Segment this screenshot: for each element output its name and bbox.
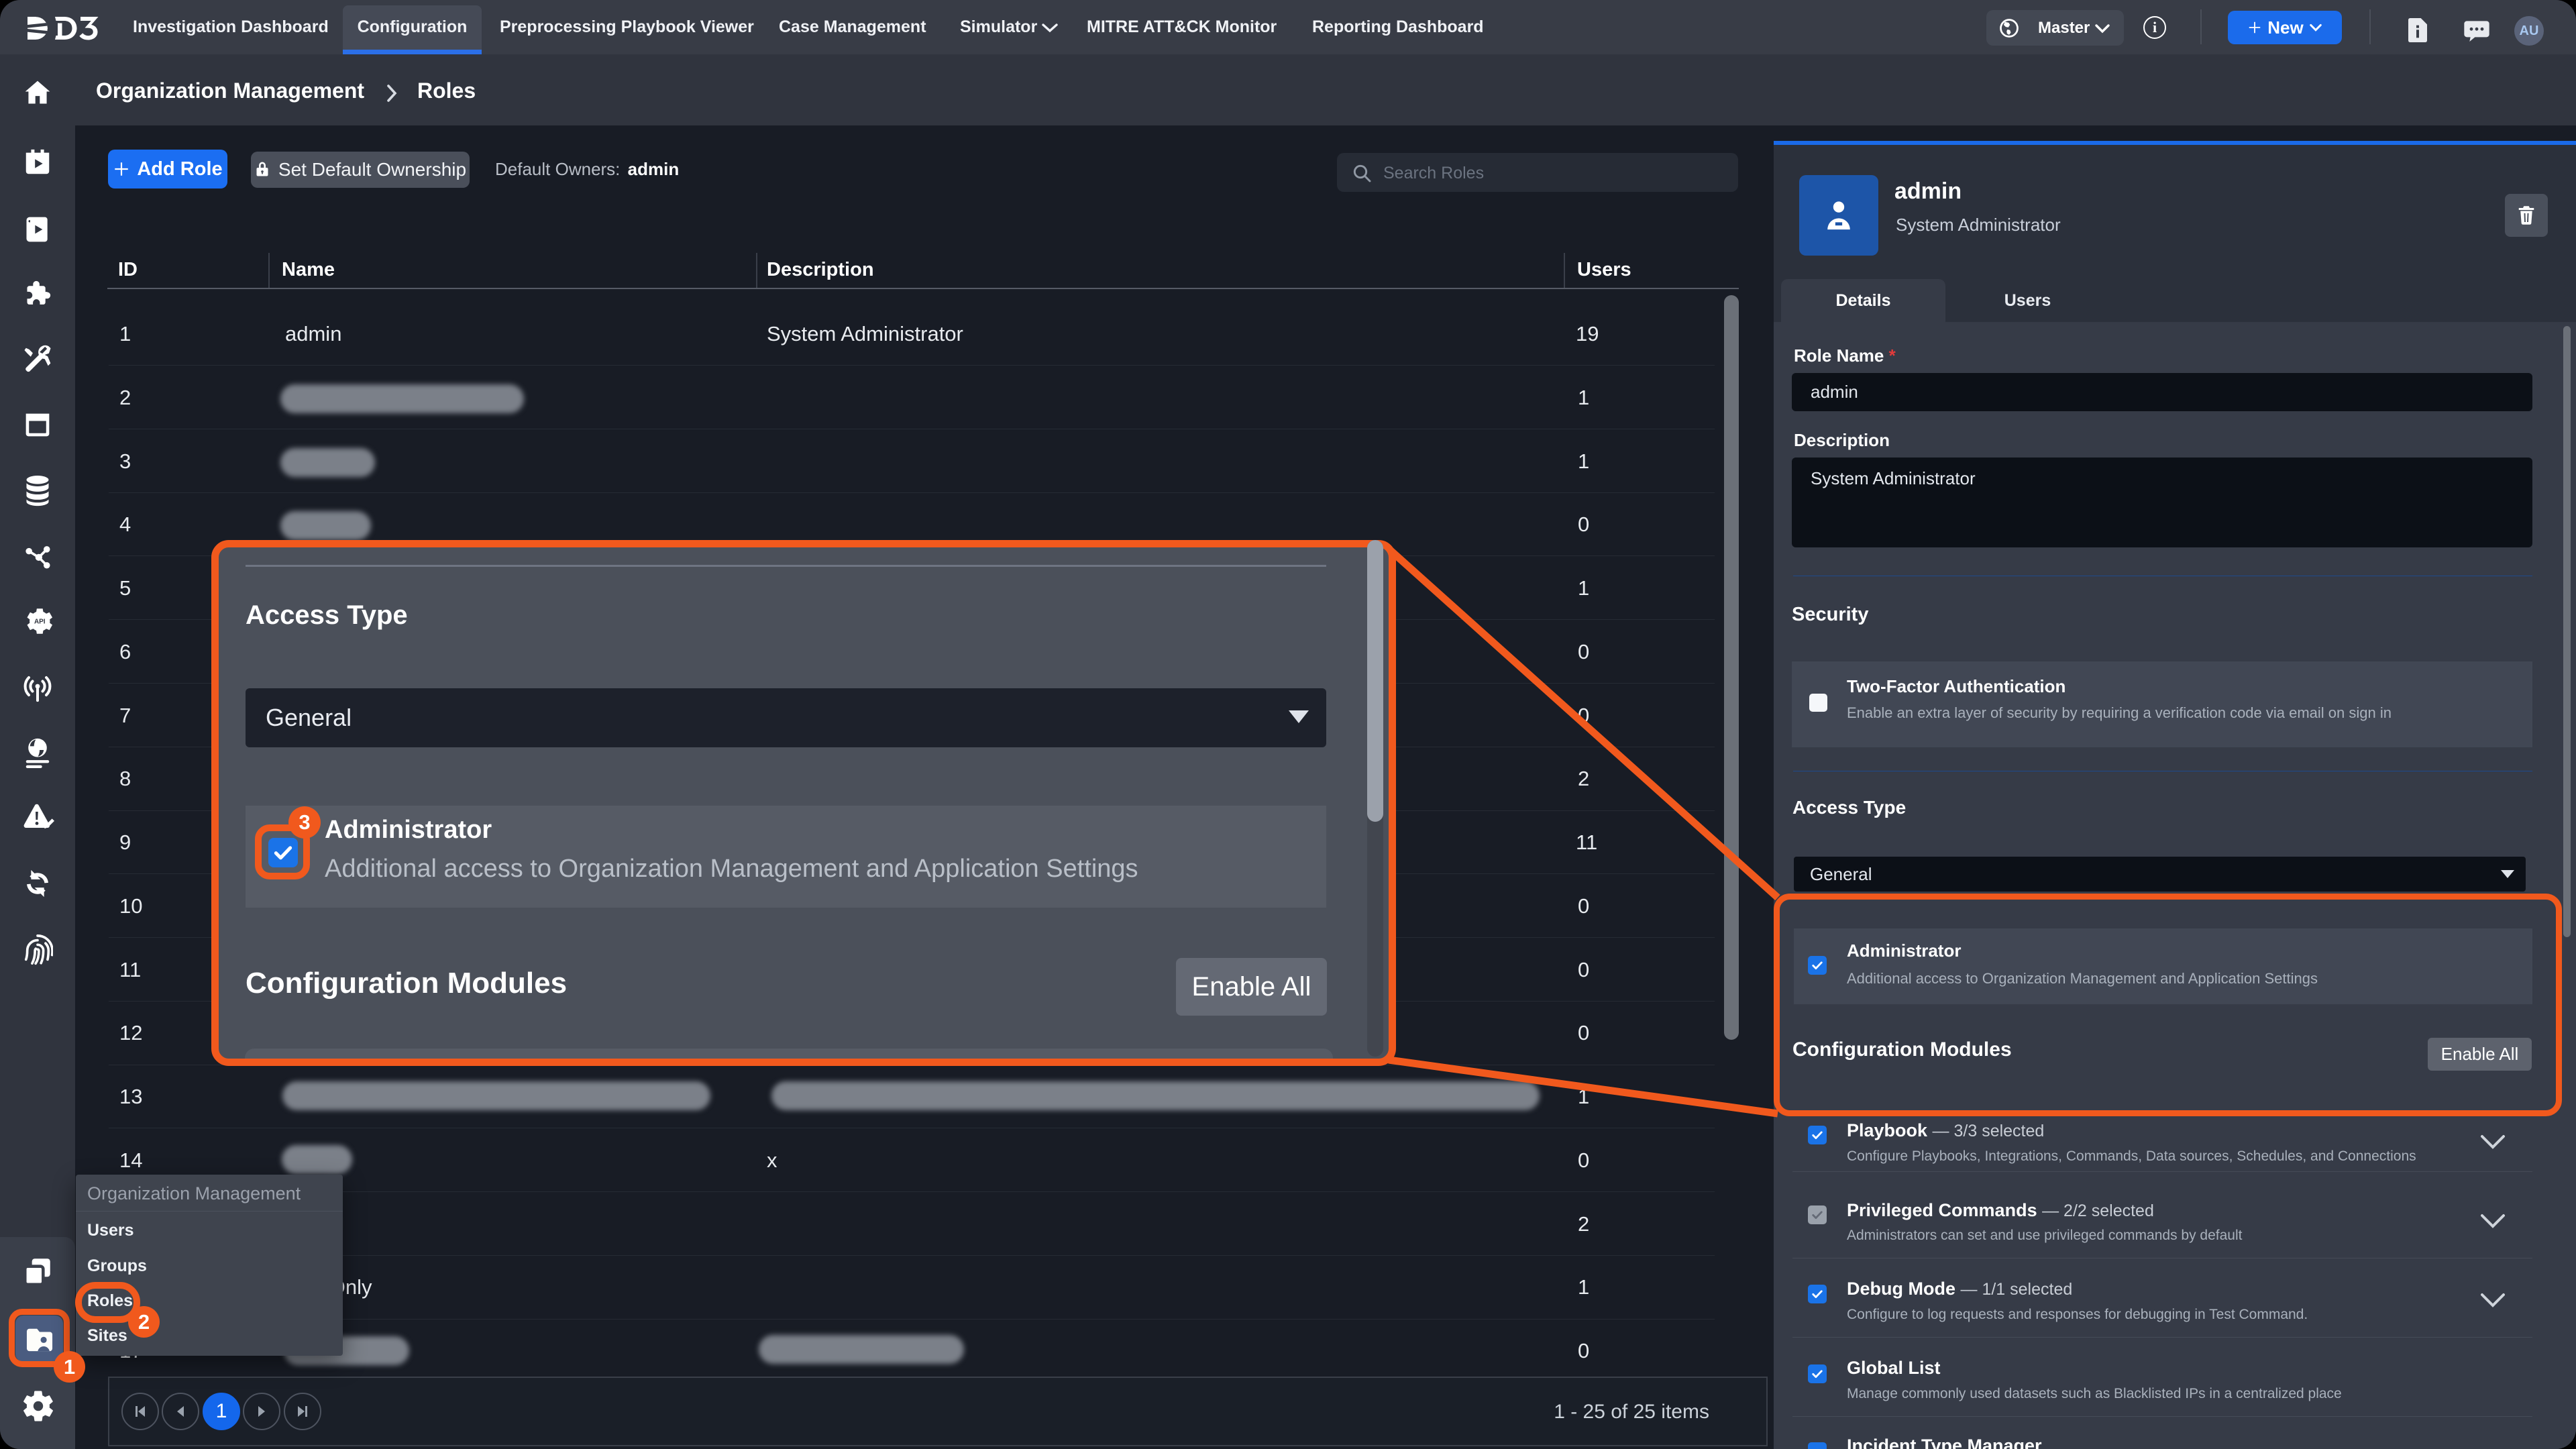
svg-text:API: API [34,619,46,626]
